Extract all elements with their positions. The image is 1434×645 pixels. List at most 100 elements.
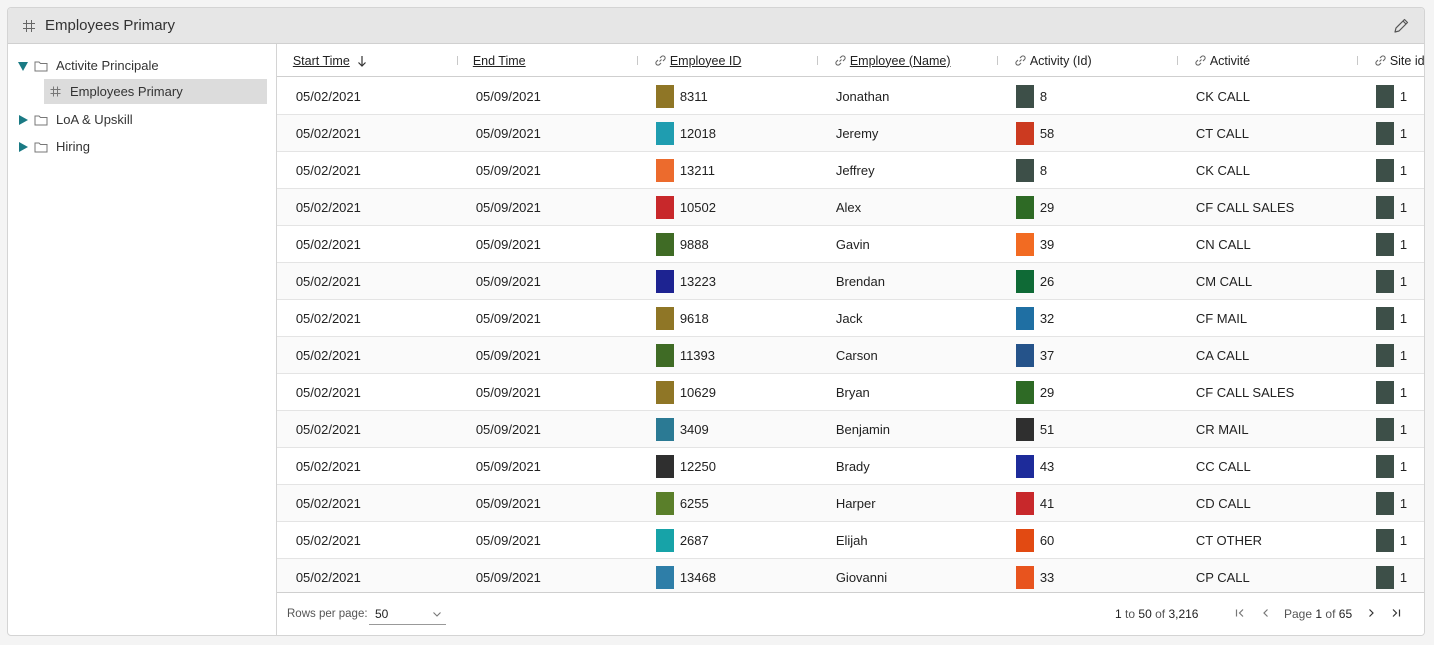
cell-end-time[interactable]: 05/09/2021 (476, 78, 541, 114)
column-header-employee-id[interactable]: Employee ID (655, 44, 742, 77)
caret-right-icon[interactable] (17, 114, 29, 126)
table-row[interactable]: 05/02/2021 05/09/2021 9618 Jack 32 CF MAIL 1 (276, 300, 1424, 337)
table-row[interactable]: 05/02/2021 05/09/2021 11393 Carson 37 CA CALL… (276, 337, 1424, 374)
cell-employee-name[interactable]: Brady (836, 448, 870, 484)
table-row[interactable]: 05/02/2021 05/09/2021 12018 Jeremy 58 CT CALL… (276, 115, 1424, 152)
cell-employee-id[interactable]: 13468 (655, 559, 716, 595)
column-header-site-id[interactable]: Site id (1375, 44, 1424, 77)
cell-site-id[interactable]: 1 (1375, 226, 1407, 262)
table-row[interactable]: 05/02/2021 05/09/2021 3409 Benjamin 51 CR MAI… (276, 411, 1424, 448)
tree-item-activite-principale[interactable]: Activite Principale (8, 52, 276, 79)
cell-end-time[interactable]: 05/09/2021 (476, 337, 541, 373)
cell-employee-id[interactable]: 3409 (655, 411, 709, 447)
table-row[interactable]: 05/02/2021 05/09/2021 13211 Jeffrey 8 CK CALL… (276, 152, 1424, 189)
table-row[interactable]: 05/02/2021 05/09/2021 13468 Giovanni 33 CP CA… (276, 559, 1424, 596)
column-label[interactable]: End Time (473, 54, 526, 68)
cell-activity-id[interactable]: 43 (1015, 448, 1054, 484)
cell-activity-id[interactable]: 39 (1015, 226, 1054, 262)
column-header-end-time[interactable]: End Time (473, 44, 526, 77)
table-row[interactable]: 05/02/2021 05/09/2021 2687 Elijah 60 CT OTHER… (276, 522, 1424, 559)
cell-activite[interactable]: CR MAIL (1196, 411, 1249, 447)
cell-start-time[interactable]: 05/02/2021 (296, 374, 361, 410)
cell-employee-id[interactable]: 12250 (655, 448, 716, 484)
cell-start-time[interactable]: 05/02/2021 (296, 189, 361, 225)
cell-activity-id[interactable]: 37 (1015, 337, 1054, 373)
cell-employee-name[interactable]: Jeremy (836, 115, 879, 151)
cell-activity-id[interactable]: 29 (1015, 189, 1054, 225)
cell-employee-id[interactable]: 10502 (655, 189, 716, 225)
cell-activite[interactable]: CT OTHER (1196, 522, 1262, 558)
cell-activity-id[interactable]: 33 (1015, 559, 1054, 595)
cell-employee-id[interactable]: 13211 (655, 152, 715, 188)
cell-site-id[interactable]: 1 (1375, 115, 1407, 151)
cell-activity-id[interactable]: 32 (1015, 300, 1054, 336)
table-row[interactable]: 05/02/2021 05/09/2021 9888 Gavin 39 CN CALL 1 (276, 226, 1424, 263)
cell-site-id[interactable]: 1 (1375, 189, 1407, 225)
cell-employee-name[interactable]: Elijah (836, 522, 868, 558)
cell-site-id[interactable]: 1 (1375, 263, 1407, 299)
cell-end-time[interactable]: 05/09/2021 (476, 448, 541, 484)
cell-activite[interactable]: CA CALL (1196, 337, 1249, 373)
cell-activite[interactable]: CT CALL (1196, 115, 1249, 151)
cell-site-id[interactable]: 1 (1375, 559, 1407, 595)
last-page-icon[interactable] (1388, 605, 1404, 621)
cell-site-id[interactable]: 1 (1375, 152, 1407, 188)
cell-start-time[interactable]: 05/02/2021 (296, 485, 361, 521)
cell-activite[interactable]: CF CALL SALES (1196, 189, 1295, 225)
cell-end-time[interactable]: 05/09/2021 (476, 559, 541, 595)
sort-desc-arrow-icon[interactable] (357, 55, 367, 67)
tree-item-hiring[interactable]: Hiring (8, 133, 276, 160)
column-label[interactable]: Start Time (293, 54, 350, 68)
column-label[interactable]: Activity (Id) (1030, 54, 1092, 68)
column-label[interactable]: Site id (1390, 54, 1424, 68)
cell-activity-id[interactable]: 8 (1015, 152, 1047, 188)
cell-employee-name[interactable]: Giovanni (836, 559, 887, 595)
column-separator[interactable] (1176, 56, 1178, 65)
cell-activity-id[interactable]: 58 (1015, 115, 1054, 151)
cell-start-time[interactable]: 05/02/2021 (296, 300, 361, 336)
cell-employee-name[interactable]: Alex (836, 189, 861, 225)
cell-activite[interactable]: CF CALL SALES (1196, 374, 1295, 410)
cell-employee-id[interactable]: 2687 (655, 522, 709, 558)
cell-site-id[interactable]: 1 (1375, 300, 1407, 336)
cell-activite[interactable]: CD CALL (1196, 485, 1251, 521)
cell-activity-id[interactable]: 29 (1015, 374, 1054, 410)
cell-employee-id[interactable]: 11393 (655, 337, 715, 373)
column-label[interactable]: Employee ID (670, 54, 742, 68)
cell-employee-id[interactable]: 13223 (655, 263, 716, 299)
column-header-activite[interactable]: Activité (1195, 44, 1250, 77)
prev-page-icon[interactable] (1258, 605, 1274, 621)
cell-site-id[interactable]: 1 (1375, 411, 1407, 447)
cell-start-time[interactable]: 05/02/2021 (296, 337, 361, 373)
cell-activity-id[interactable]: 8 (1015, 78, 1047, 114)
cell-start-time[interactable]: 05/02/2021 (296, 522, 361, 558)
cell-end-time[interactable]: 05/09/2021 (476, 411, 541, 447)
cell-employee-id[interactable]: 6255 (655, 485, 709, 521)
column-label[interactable]: Activité (1210, 54, 1250, 68)
caret-right-icon[interactable] (17, 141, 29, 153)
cell-employee-id[interactable]: 10629 (655, 374, 716, 410)
caret-down-icon[interactable] (17, 60, 29, 72)
cell-employee-name[interactable]: Gavin (836, 226, 870, 262)
column-separator[interactable] (456, 56, 458, 65)
cell-end-time[interactable]: 05/09/2021 (476, 374, 541, 410)
cell-start-time[interactable]: 05/02/2021 (296, 226, 361, 262)
cell-activity-id[interactable]: 41 (1015, 485, 1054, 521)
column-label[interactable]: Employee (Name) (850, 54, 951, 68)
cell-employee-name[interactable]: Benjamin (836, 411, 890, 447)
column-separator[interactable] (636, 56, 638, 65)
cell-employee-name[interactable]: Jeffrey (836, 152, 875, 188)
cell-activity-id[interactable]: 51 (1015, 411, 1054, 447)
cell-employee-name[interactable]: Bryan (836, 374, 870, 410)
cell-start-time[interactable]: 05/02/2021 (296, 559, 361, 595)
cell-employee-name[interactable]: Harper (836, 485, 876, 521)
table-row[interactable]: 05/02/2021 05/09/2021 12250 Brady 43 CC CALL 1 (276, 448, 1424, 485)
cell-site-id[interactable]: 1 (1375, 448, 1407, 484)
cell-employee-id[interactable]: 12018 (655, 115, 716, 151)
cell-activite[interactable]: CK CALL (1196, 78, 1250, 114)
cell-end-time[interactable]: 05/09/2021 (476, 300, 541, 336)
cell-employee-name[interactable]: Jack (836, 300, 863, 336)
cell-end-time[interactable]: 05/09/2021 (476, 115, 541, 151)
cell-employee-name[interactable]: Brendan (836, 263, 885, 299)
cell-start-time[interactable]: 05/02/2021 (296, 78, 361, 114)
